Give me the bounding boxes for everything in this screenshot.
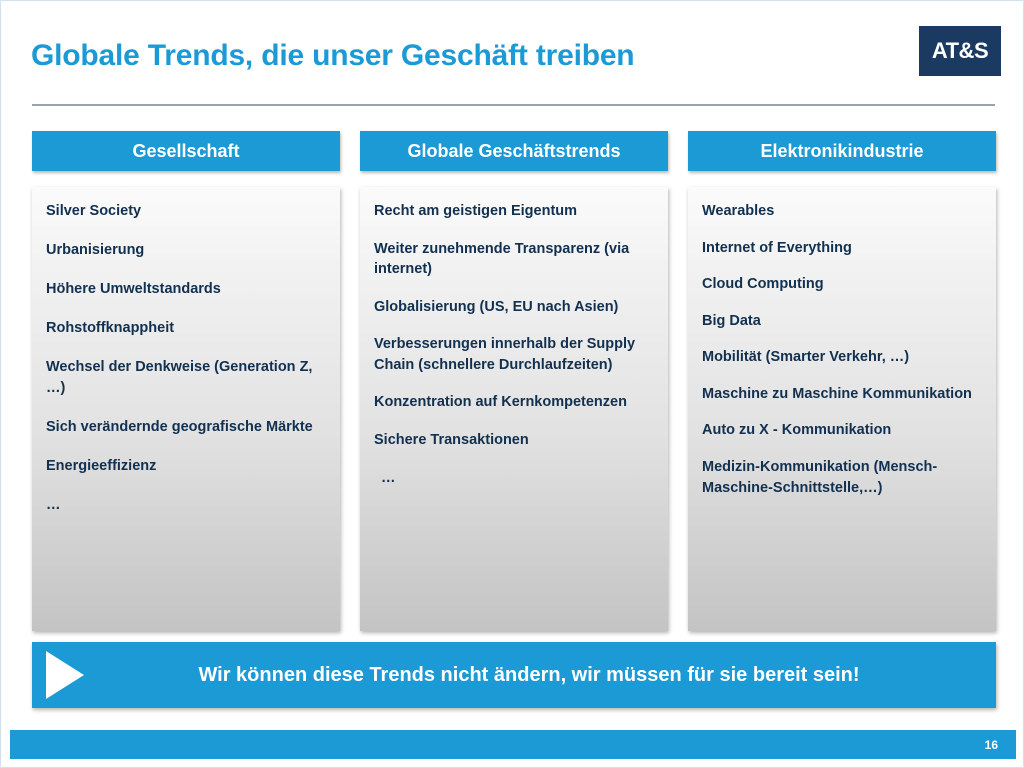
column-header: Globale Geschäftstrends <box>360 131 668 171</box>
list-item: Recht am geistigen Eigentum <box>374 203 578 219</box>
page-title: Globale Trends, die unser Geschäft treib… <box>31 39 635 72</box>
list-item: Wearables <box>702 203 775 219</box>
list-item: Sich verändernde geografische Märkte <box>46 418 313 435</box>
ats-logo: AT&S <box>919 26 1001 76</box>
list-item: Urbanisierung <box>46 242 145 259</box>
column-header: Gesellschaft <box>32 131 340 171</box>
list-item: Medizin-Kommunikation (Mensch-Maschine-S… <box>702 459 938 496</box>
callout-text: Wir können diese Trends nicht ändern, wi… <box>198 663 860 686</box>
list-item: Internet of Everything <box>702 239 852 256</box>
column-body: Silver Society Urbanisierung Höhere Umwe… <box>32 187 340 631</box>
list-item: Mobilität (Smarter Verkehr, …) <box>702 349 910 366</box>
column-gesellschaft: Gesellschaft Silver Society Urbanisierun… <box>32 131 340 631</box>
column-elektronikindustrie: Elektronikindustrie Wearables Internet o… <box>688 131 996 631</box>
column-globale-geschaeftstrends: Globale Geschäftstrends Recht am geistig… <box>360 131 668 631</box>
list-item: Verbesserungen innerhalb der Supply Chai… <box>374 336 636 373</box>
list-item: Cloud Computing <box>702 276 824 293</box>
column-body: Wearables Internet of Everything Cloud C… <box>688 187 996 631</box>
list-item: Globalisierung (US, EU nach Asien) <box>374 298 619 315</box>
column-header: Elektronikindustrie <box>688 131 996 171</box>
list-item: Wechsel der Denkweise (Generation Z, …) <box>46 359 313 396</box>
list-item: Rohstoffknappheit <box>46 320 175 337</box>
trend-columns: Gesellschaft Silver Society Urbanisierun… <box>32 131 996 631</box>
list-item: Auto zu X - Kommunikation <box>702 422 892 439</box>
slide: Globale Trends, die unser Geschäft treib… <box>0 0 1024 768</box>
list-item: Höhere Umweltstandards <box>46 281 221 298</box>
list-item: Maschine zu Maschine Kommunikation <box>702 385 972 402</box>
list-item-ellipsis: … <box>381 469 396 486</box>
list-item: Sichere Transaktionen <box>374 432 529 449</box>
list-item: Weiter zunehmende Transparenz (via inter… <box>374 240 630 278</box>
list-item: Big Data <box>702 312 761 329</box>
callout-banner: Wir können diese Trends nicht ändern, wi… <box>32 642 996 708</box>
title-divider <box>32 104 995 106</box>
list-item: Silver Society <box>46 203 142 219</box>
footer-bar: 16 <box>10 730 1016 759</box>
logo-label: AT&S <box>931 38 989 63</box>
list-item: Konzentration auf Kernkompetenzen <box>374 394 627 411</box>
column-body: Recht am geistigen Eigentum Weiter zuneh… <box>360 187 668 631</box>
page-number: 16 <box>984 737 998 752</box>
list-item: Energieeffizienz <box>46 458 157 475</box>
list-item-ellipsis: … <box>46 497 61 514</box>
